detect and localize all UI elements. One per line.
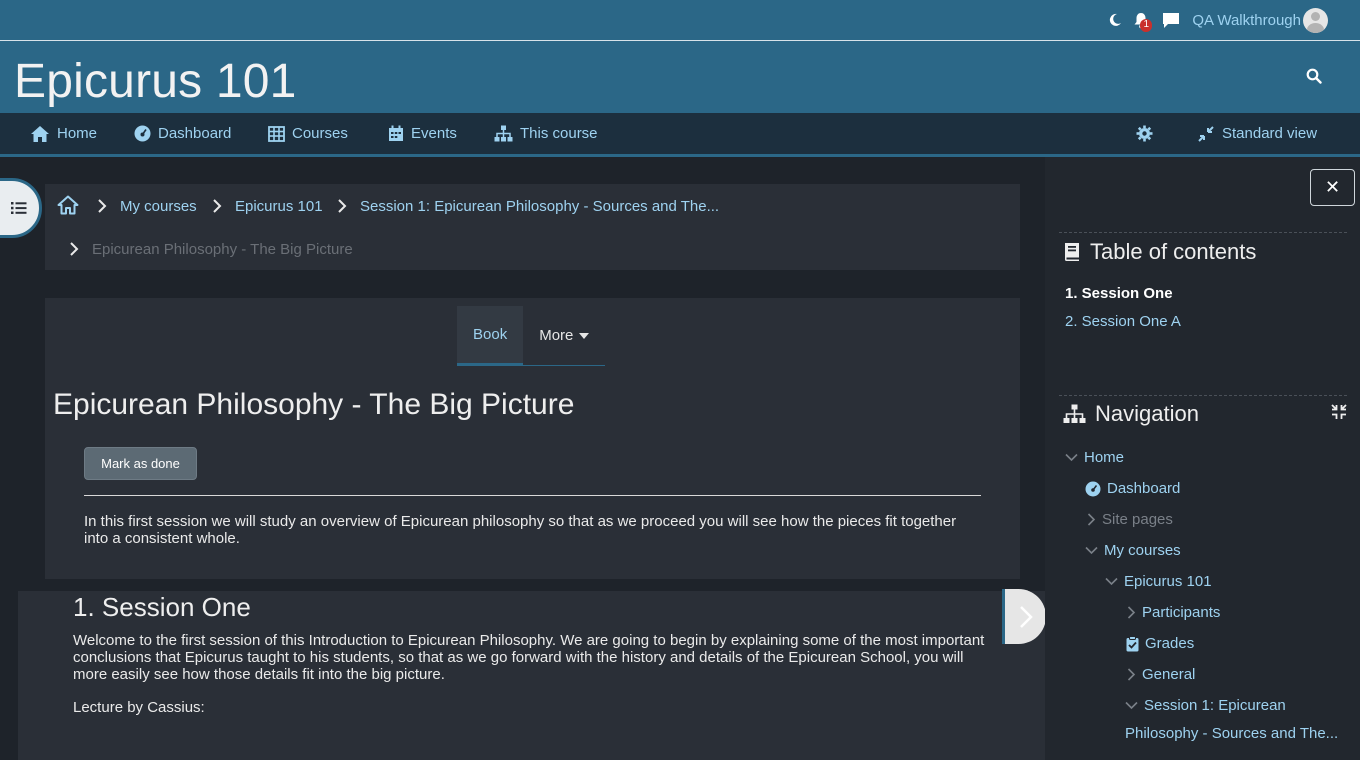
nav-dashboard[interactable]: Dashboard <box>134 113 231 154</box>
nav-tree-participants-label: Participants <box>1142 604 1221 621</box>
nav-events-label: Events <box>411 125 457 142</box>
navigation-title: Navigation <box>1095 401 1199 426</box>
dark-mode-moon-icon[interactable] <box>1102 7 1128 33</box>
chapter-title: 1. Session One <box>73 592 251 622</box>
standard-view-label: Standard view <box>1222 125 1318 142</box>
nav-courses[interactable]: Courses <box>268 113 348 154</box>
standard-view-button[interactable]: Standard view <box>1197 113 1317 154</box>
chevron-right-icon <box>213 199 222 213</box>
compress-arrows-icon <box>1198 125 1214 142</box>
intro-text: In this first session we will study an o… <box>84 513 957 547</box>
nav-tree-course[interactable]: Epicurus 101 <box>1105 573 1212 590</box>
nav-tree-session-1[interactable]: Session 1: Epicurean <box>1125 697 1286 714</box>
nav-tree-site-pages-label: Site pages <box>1102 511 1173 528</box>
caret-down-icon <box>579 332 590 339</box>
chevron-right-icon <box>1087 513 1096 526</box>
notifications-bell-icon[interactable]: 1 <box>1128 7 1154 33</box>
home-icon <box>31 125 49 142</box>
chapter-text: Welcome to the first session of this Int… <box>73 632 985 683</box>
nav-this-course[interactable]: This course <box>494 113 598 154</box>
dashboard-icon <box>1085 481 1101 496</box>
toc-block-title: Table of contents <box>1063 239 1256 265</box>
navigation-block-title: Navigation <box>1063 401 1199 427</box>
nav-tree-grades-label: Grades <box>1145 635 1195 652</box>
nav-tree-session-1-continued[interactable]: Philosophy - Sources and The... <box>1125 725 1338 742</box>
course-index-toggle[interactable] <box>0 178 42 238</box>
messages-chat-icon[interactable] <box>1158 7 1184 33</box>
close-drawer-button[interactable]: ✕ <box>1310 169 1355 206</box>
sitemap-icon <box>494 125 513 142</box>
list-icon <box>11 202 27 214</box>
breadcrumb-my-courses[interactable]: My courses <box>120 198 197 215</box>
book-icon <box>1065 243 1079 261</box>
nav-tree-grades[interactable]: Grades <box>1126 635 1194 652</box>
toc-item-current: 1. Session One <box>1065 285 1173 302</box>
nav-dashboard-label: Dashboard <box>158 125 232 142</box>
dashboard-icon <box>134 125 151 142</box>
page-header: Epicurus 101 <box>0 41 1360 113</box>
nav-tree-participants[interactable]: Participants <box>1127 604 1220 621</box>
nav-tree-dashboard-label: Dashboard <box>1107 480 1181 497</box>
chevron-down-icon <box>1065 453 1078 462</box>
toc-item[interactable]: 2. Session One A <box>1065 313 1181 330</box>
nav-home[interactable]: Home <box>30 113 97 154</box>
nav-tree-my-courses[interactable]: My courses <box>1085 542 1181 559</box>
block-divider <box>1059 232 1347 233</box>
user-name[interactable]: QA Walkthrough <box>1192 12 1301 29</box>
nav-tree-site-pages[interactable]: Site pages <box>1087 511 1173 528</box>
nav-tree-general-label: General <box>1142 666 1196 683</box>
chevron-right-icon <box>98 199 107 213</box>
secondary-tabs: Book More <box>457 306 606 366</box>
block-drawer: ✕ Table of contents 1. Session One 2. Se… <box>1045 157 1360 760</box>
user-menu-area: 1 QA Walkthrough <box>1102 0 1328 40</box>
table-icon <box>268 125 285 142</box>
collapse-block-icon[interactable] <box>1331 404 1347 420</box>
search-icon[interactable] <box>1300 62 1328 90</box>
notification-count-badge: 1 <box>1140 19 1153 32</box>
site-title: Epicurus 101 <box>14 55 297 108</box>
chevron-right-icon <box>1127 668 1136 681</box>
nav-tree-home-label: Home <box>1084 449 1125 466</box>
tab-more[interactable]: More <box>523 306 605 365</box>
block-divider <box>1059 395 1347 396</box>
top-bar: 1 QA Walkthrough <box>0 0 1360 41</box>
chevron-right-icon <box>70 242 79 256</box>
user-avatar[interactable] <box>1303 7 1328 33</box>
gear-icon[interactable] <box>1136 113 1153 154</box>
nav-courses-label: Courses <box>292 125 348 142</box>
chevron-right-icon <box>1019 605 1033 628</box>
nav-this-course-label: This course <box>520 125 598 142</box>
breadcrumb-course[interactable]: Epicurus 101 <box>235 198 323 215</box>
chevron-down-icon <box>1105 577 1118 586</box>
chevron-down-icon <box>1125 701 1138 710</box>
nav-tree-session-1-label-line2: Philosophy - Sources and The... <box>1125 725 1339 742</box>
page-title: Epicurean Philosophy - The Big Picture <box>53 388 575 421</box>
content-divider-strip <box>18 579 1045 591</box>
calendar-icon <box>389 125 403 141</box>
nav-tree-session-1-label-line1: Session 1: Epicurean <box>1144 697 1286 714</box>
divider <box>84 495 981 496</box>
sitemap-icon <box>1063 404 1086 423</box>
tab-book[interactable]: Book <box>457 306 524 365</box>
mark-as-done-button[interactable]: Mark as done <box>84 447 197 480</box>
nav-tree-my-courses-label: My courses <box>1104 542 1181 559</box>
nav-tree-general[interactable]: General <box>1127 666 1195 683</box>
chevron-right-icon <box>338 199 347 213</box>
nav-tree-course-label: Epicurus 101 <box>1124 573 1212 590</box>
chevron-down-icon <box>1085 546 1098 555</box>
nav-tree-home[interactable]: Home <box>1065 449 1124 466</box>
primary-navigation: Home Dashboard Courses Events This cours… <box>0 113 1360 157</box>
breadcrumb-session[interactable]: Session 1: Epicurean Philosophy - Source… <box>360 198 719 215</box>
nav-home-label: Home <box>57 125 98 142</box>
breadcrumb-current-page: Epicurean Philosophy - The Big Picture <box>92 241 353 258</box>
tab-more-label: More <box>539 327 574 344</box>
lecture-label: Lecture by Cassius: <box>73 699 205 716</box>
grades-clipboard-icon <box>1126 635 1139 651</box>
breadcrumb-home-icon[interactable] <box>57 195 79 219</box>
breadcrumb: My courses Epicurus 101 Session 1: Epicu… <box>45 184 1020 270</box>
chevron-right-icon <box>1127 606 1136 619</box>
nav-tree-dashboard[interactable]: Dashboard <box>1085 480 1180 497</box>
toc-title: Table of contents <box>1090 239 1257 264</box>
nav-events[interactable]: Events <box>388 113 457 154</box>
